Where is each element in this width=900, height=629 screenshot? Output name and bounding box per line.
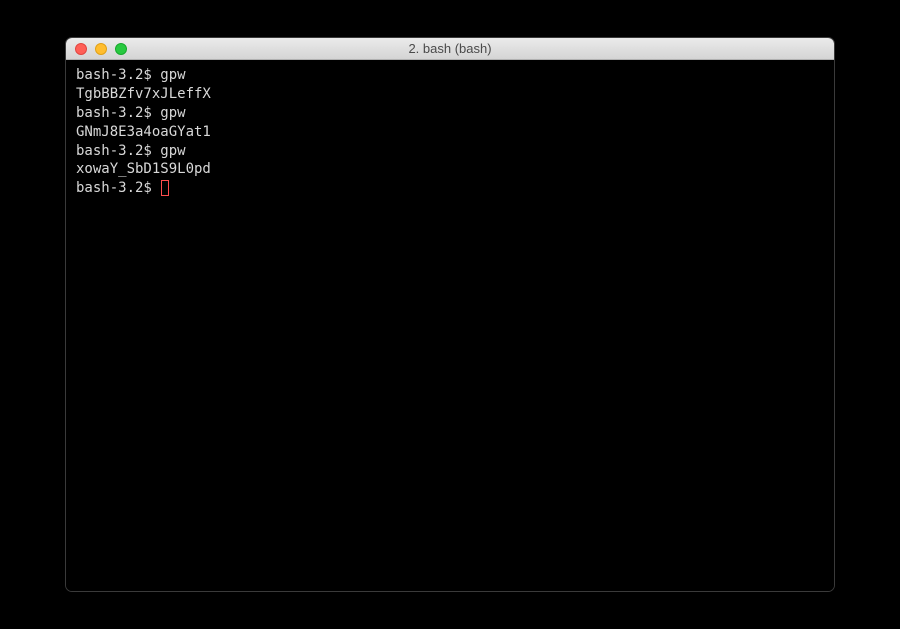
command: gpw <box>160 105 185 121</box>
terminal-line: bash-3.2$ gpw <box>76 142 824 161</box>
titlebar[interactable]: 2. bash (bash) <box>66 38 834 60</box>
window-title: 2. bash (bash) <box>66 41 834 56</box>
cursor-icon <box>161 180 169 196</box>
terminal-line: bash-3.2$ gpw <box>76 104 824 123</box>
terminal-line: bash-3.2$ <box>76 179 824 198</box>
zoom-icon[interactable] <box>115 43 127 55</box>
terminal-line: bash-3.2$ gpw <box>76 66 824 85</box>
terminal-window: 2. bash (bash) bash-3.2$ gpw TgbBBZfv7xJ… <box>65 37 835 592</box>
command: gpw <box>160 143 185 159</box>
traffic-lights <box>66 43 127 55</box>
terminal-output: xowaY_SbD1S9L0pd <box>76 160 824 179</box>
minimize-icon[interactable] <box>95 43 107 55</box>
prompt: bash-3.2$ <box>76 143 160 159</box>
terminal-output: TgbBBZfv7xJLeffX <box>76 85 824 104</box>
prompt: bash-3.2$ <box>76 105 160 121</box>
terminal-output: GNmJ8E3a4oaGYat1 <box>76 123 824 142</box>
command: gpw <box>160 67 185 83</box>
prompt: bash-3.2$ <box>76 180 160 196</box>
prompt: bash-3.2$ <box>76 67 160 83</box>
terminal-body[interactable]: bash-3.2$ gpw TgbBBZfv7xJLeffX bash-3.2$… <box>66 60 834 591</box>
close-icon[interactable] <box>75 43 87 55</box>
